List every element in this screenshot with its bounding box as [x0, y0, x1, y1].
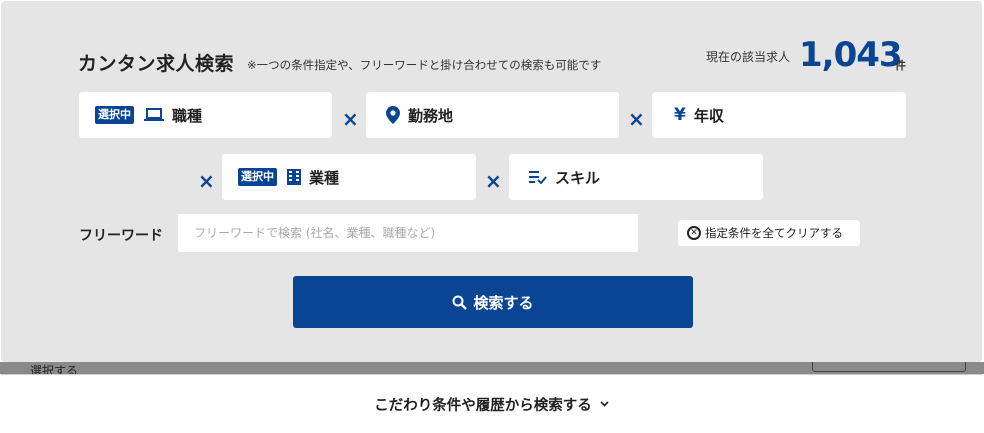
job-count-unit: 件 — [895, 59, 906, 72]
laptop-icon — [144, 107, 164, 123]
behind-text: 選択する — [30, 364, 79, 374]
search-button-label: 検索する — [473, 293, 534, 312]
selected-badge: 選択中 — [238, 168, 277, 186]
location-filter[interactable]: 勤務地 — [366, 92, 619, 138]
building-icon — [287, 169, 301, 185]
location-label: 勤務地 — [408, 106, 454, 125]
behind-select-box — [812, 362, 966, 372]
search-button[interactable]: 検索する — [293, 276, 693, 328]
times-icon: × — [198, 169, 215, 193]
yen-icon: ¥ — [674, 105, 686, 125]
chevron-down-icon — [600, 399, 609, 410]
industry-label: 業種 — [309, 168, 340, 187]
background-content: 選択する — [0, 362, 984, 374]
close-circle-icon: ✕ — [687, 226, 701, 240]
clear-all-label: 指定条件を全てクリアする — [705, 226, 843, 240]
clear-all-button[interactable]: ✕ 指定条件を全てクリアする — [678, 220, 860, 246]
job-count-label: 現在の該当求人 — [706, 50, 791, 64]
map-pin-icon — [386, 106, 400, 124]
search-icon — [452, 295, 468, 310]
advanced-search-toggle[interactable]: こだわり条件や履歴から検索する — [1, 374, 982, 433]
salary-filter[interactable]: ¥ 年収 — [652, 92, 906, 138]
occupation-filter[interactable]: 選択中 職種 — [79, 92, 332, 138]
freeword-input[interactable] — [178, 214, 638, 252]
times-icon: × — [628, 107, 645, 131]
skill-label: スキル — [555, 168, 601, 187]
page-title: カンタン求人検索 — [78, 53, 235, 75]
times-icon: × — [485, 169, 502, 193]
times-icon: × — [342, 107, 359, 131]
freeword-label: フリーワード — [79, 228, 163, 244]
search-panel: カンタン求人検索 ※一つの条件指定や、フリーワードと掛け合わせての検索も可能です… — [1, 1, 982, 362]
salary-label: 年収 — [693, 106, 724, 125]
selected-badge: 選択中 — [95, 106, 134, 124]
industry-filter[interactable]: 選択中 業種 — [222, 154, 476, 200]
occupation-label: 職種 — [172, 106, 203, 125]
page-subtitle: ※一つの条件指定や、フリーワードと掛け合わせての検索も可能です — [247, 58, 602, 72]
job-count-value: 1,043 — [799, 35, 903, 75]
list-check-icon — [529, 170, 547, 184]
advanced-search-label: こだわり条件や履歴から検索する — [374, 397, 592, 414]
skill-filter[interactable]: スキル — [509, 154, 763, 200]
